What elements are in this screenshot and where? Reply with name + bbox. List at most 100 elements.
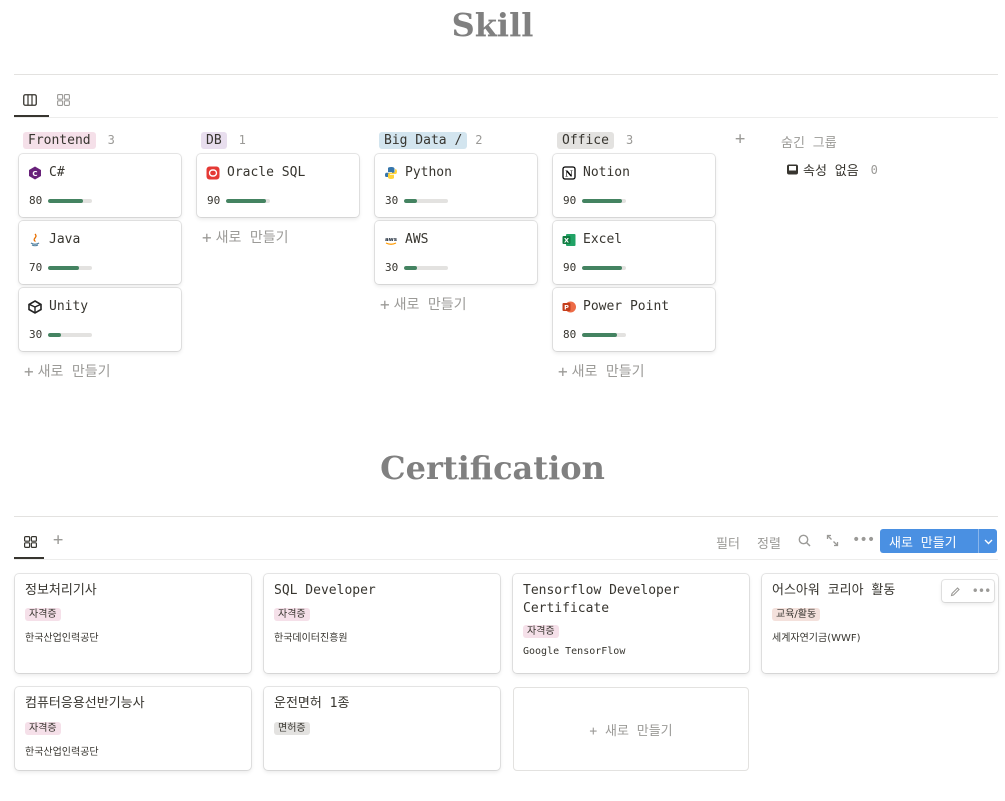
skill-card[interactable]: C C# 80	[19, 154, 181, 217]
skill-name: Notion	[583, 165, 630, 180]
column-header: Big Data / 2	[379, 130, 537, 150]
skill-progress-fill	[582, 332, 618, 337]
cert-card[interactable]: 정보처리기사 자격증 한국산업인력공단	[15, 574, 251, 673]
powerpoint-icon: P	[562, 300, 576, 314]
sort-button[interactable]: 정렬	[757, 533, 781, 552]
certification-divider	[14, 516, 998, 517]
cert-card[interactable]: 운전면허 1종 면허증	[264, 687, 500, 770]
skill-value: 90	[563, 194, 577, 207]
svg-text:X: X	[564, 236, 569, 244]
skill-card[interactable]: Unity 30	[19, 288, 181, 351]
skill-name: Power Point	[583, 299, 670, 314]
board-view-tab[interactable]	[18, 89, 42, 111]
group-tag[interactable]: Frontend	[23, 131, 96, 149]
group-tag[interactable]: DB	[201, 131, 227, 149]
skill-divider	[14, 74, 998, 75]
group-count: 3	[625, 133, 634, 147]
add-view-button[interactable]: +	[53, 530, 63, 550]
new-card-button[interactable]: + 새로 만들기	[380, 294, 537, 314]
skill-card[interactable]: Python 30	[375, 154, 537, 217]
board-column-office: Office 3 N Notion 90 X Excel 90 P Power …	[553, 130, 715, 381]
filter-button[interactable]: 필터	[716, 533, 740, 552]
certification-title: Certification	[380, 449, 605, 487]
skill-card[interactable]: aws AWS 30	[375, 221, 537, 284]
skill-progress-bar	[582, 265, 627, 270]
cert-card[interactable]: Tensorflow Developer Certificate 자격증 Goo…	[513, 574, 749, 673]
hidden-group-no-property[interactable]: 속성 없음 0	[786, 160, 878, 179]
cert-tag: 자격증	[523, 625, 559, 638]
skill-card[interactable]: Oracle SQL 90	[197, 154, 359, 217]
unity-icon	[28, 299, 42, 314]
card-hover-toolbar: •••	[942, 580, 994, 602]
skill-progress-bar	[404, 198, 449, 203]
group-tag[interactable]: Big Data /	[379, 131, 468, 149]
cert-card[interactable]: 어스아워 코리아 활동 교육/활동 세계자연기금(WWF) •••	[762, 574, 998, 673]
search-icon[interactable]	[798, 534, 811, 551]
cert-tag: 자격증	[274, 608, 310, 621]
cert-title: 운전면허 1종	[274, 696, 350, 711]
chevron-down-icon[interactable]	[979, 535, 997, 548]
notion-icon: N	[562, 165, 576, 180]
skill-progress-fill	[48, 265, 80, 270]
skill-value: 30	[385, 194, 399, 207]
skill-progress-bar	[48, 198, 93, 203]
cert-card[interactable]: 컴퓨터응용선반기능사 자격증 한국산업인력공단	[15, 687, 251, 770]
cert-title: 컴퓨터응용선반기능사	[25, 696, 145, 711]
cert-tabs-divider	[14, 559, 998, 560]
new-card-button[interactable]: + 새로 만들기	[24, 361, 181, 381]
skill-name: Python	[405, 165, 452, 180]
skill-progress-bar	[582, 332, 627, 337]
new-card-button[interactable]: + 새로 만들기	[558, 361, 715, 381]
no-property-label: 속성 없음	[803, 164, 859, 179]
skill-name: Java	[49, 232, 81, 247]
cert-tag: 면허증	[274, 722, 310, 735]
skill-card[interactable]: P Power Point 80	[553, 288, 715, 351]
gallery-view-tab[interactable]	[18, 531, 42, 553]
edit-pencil-icon[interactable]	[942, 580, 968, 602]
skill-progress-bar	[48, 265, 93, 270]
column-header: DB 1	[201, 130, 359, 150]
new-card-label: 새로 만들기	[571, 364, 645, 380]
group-tag[interactable]: Office	[557, 131, 614, 149]
column-header: Frontend 3	[23, 130, 181, 150]
skill-card[interactable]: X Excel 90	[553, 221, 715, 284]
skill-progress-fill	[582, 265, 622, 270]
skill-value: 90	[207, 194, 221, 207]
more-options-icon[interactable]: •••	[852, 532, 875, 548]
plus-icon: +	[24, 361, 34, 381]
new-gallery-card-button[interactable]: + 새로 만들기	[513, 687, 749, 771]
cert-tag: 자격증	[25, 608, 61, 621]
new-button[interactable]: 새로 만들기	[880, 529, 997, 553]
skill-progress-fill	[48, 332, 62, 337]
skill-progress-bar	[404, 265, 449, 270]
svg-text:N: N	[565, 169, 573, 179]
skill-value: 90	[563, 261, 577, 274]
skill-name: Excel	[583, 232, 623, 247]
new-card-label: 새로 만들기	[37, 364, 111, 380]
skill-progress-fill	[404, 265, 418, 270]
cert-tag: 자격증	[25, 722, 61, 735]
skill-name: Oracle SQL	[227, 165, 306, 180]
cert-card[interactable]: SQL Developer 자격증 한국데이터진흥원	[264, 574, 500, 673]
oracle-icon	[206, 166, 220, 180]
cert-title: Tensorflow Developer Certificate	[523, 583, 680, 616]
cert-tag: 교육/활동	[772, 608, 821, 621]
more-options-icon[interactable]: •••	[968, 580, 994, 602]
cert-title: 정보처리기사	[25, 583, 97, 598]
skill-progress-fill	[404, 198, 418, 203]
new-card-button[interactable]: + 새로 만들기	[202, 227, 359, 247]
csharp-icon: C	[28, 166, 42, 180]
expand-icon[interactable]	[826, 534, 839, 551]
no-property-count: 0	[870, 162, 878, 177]
gallery-view-tab[interactable]	[51, 89, 75, 111]
add-group-button[interactable]: +	[735, 129, 745, 149]
group-count: 1	[238, 133, 246, 147]
python-icon	[384, 166, 398, 180]
plus-icon: +	[202, 227, 212, 247]
skill-card[interactable]: N Notion 90	[553, 154, 715, 217]
excel-icon: X	[562, 233, 576, 247]
skill-progress-fill	[582, 198, 622, 203]
skill-card[interactable]: Java 70	[19, 221, 181, 284]
svg-text:C: C	[32, 170, 37, 178]
skill-progress-bar	[582, 198, 627, 203]
